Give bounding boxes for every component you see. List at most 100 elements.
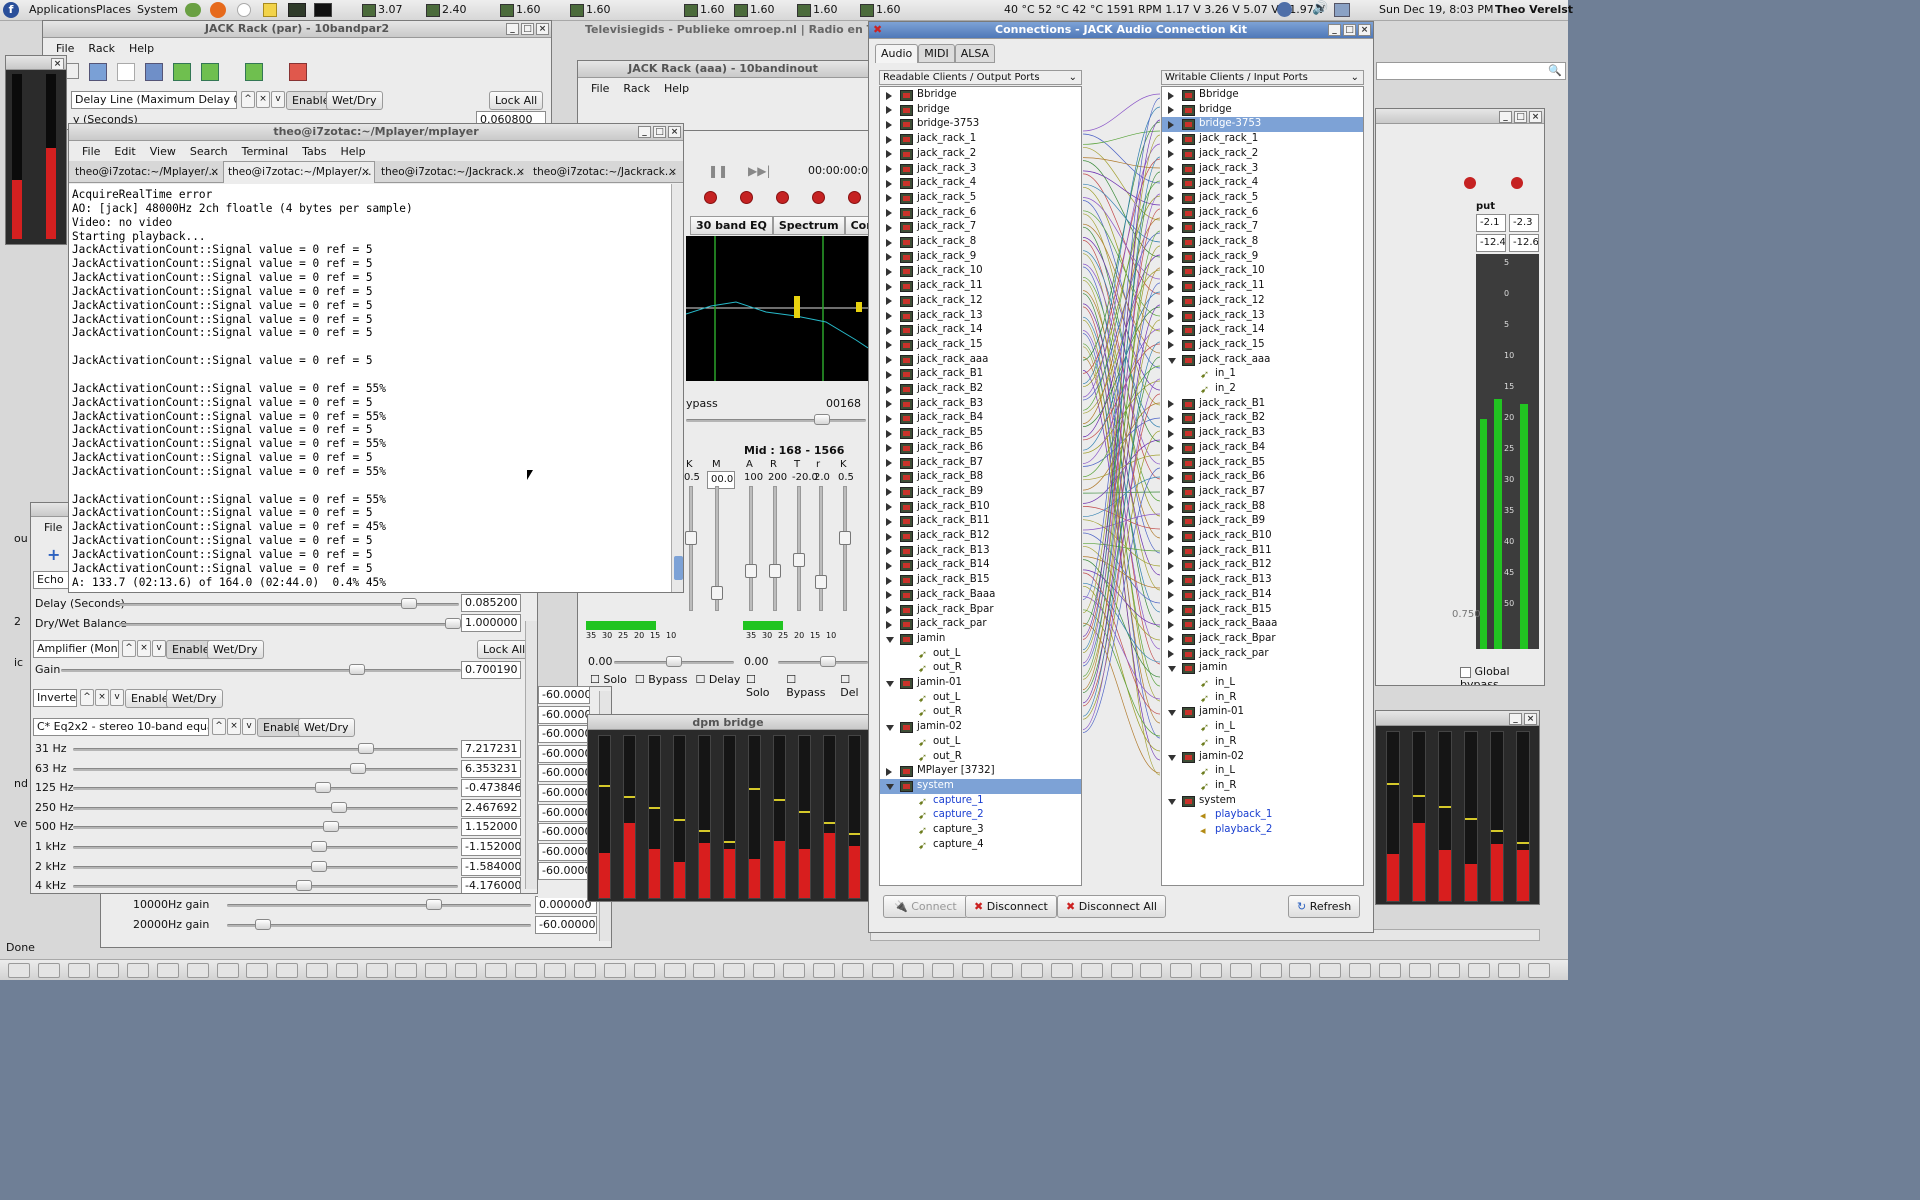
taskbar-window-button[interactable]: [1378, 963, 1401, 978]
eq-band-slider[interactable]: [73, 801, 458, 813]
notes-icon[interactable]: [263, 3, 277, 17]
expander-icon[interactable]: [1168, 165, 1174, 173]
client-row[interactable]: jack_rack_B3: [1162, 426, 1363, 441]
taskbar-window-button[interactable]: [723, 963, 746, 978]
menu-rack[interactable]: Rack: [618, 82, 655, 95]
side-value[interactable]: -60.000000: [538, 744, 590, 763]
expander-icon[interactable]: [886, 91, 892, 100]
remove-button[interactable]: ×: [137, 640, 151, 657]
eq-band-value[interactable]: 6.353231: [461, 759, 521, 778]
expander-icon[interactable]: [1168, 400, 1174, 409]
right-header[interactable]: Writable Clients / Input Ports ⌄: [1161, 70, 1364, 85]
client-row[interactable]: jack_rack_B15: [880, 573, 1081, 588]
tab-30-band-eq[interactable]: 30 band EQ: [690, 216, 773, 235]
expander-icon[interactable]: [1168, 620, 1174, 629]
fader-knob[interactable]: [839, 531, 851, 545]
client-row[interactable]: jack_rack_3: [880, 162, 1081, 177]
gain-slider[interactable]: [61, 664, 461, 675]
eq-wetdry-button[interactable]: Wet/Dry: [298, 718, 355, 737]
expander-icon[interactable]: [886, 783, 894, 790]
client-row[interactable]: jack_rack_11: [1162, 279, 1363, 294]
taskbar-window-button[interactable]: [1051, 963, 1073, 978]
expander-icon[interactable]: [886, 576, 892, 585]
client-row[interactable]: jack_rack_aaa: [880, 353, 1081, 368]
taskbar-window-button[interactable]: [1110, 963, 1133, 978]
expander-icon[interactable]: [1168, 666, 1176, 673]
close-button[interactable]: ×: [536, 23, 549, 35]
clock[interactable]: Sun Dec 19, 8:03 PM: [1379, 3, 1494, 16]
gain-band-value[interactable]: -60.000000: [535, 916, 597, 934]
expander-icon[interactable]: [886, 150, 892, 159]
eq-band-value[interactable]: 1.152000: [461, 818, 521, 837]
slider-knob[interactable]: [323, 821, 339, 833]
param-slider[interactable]: [119, 618, 461, 629]
client-row[interactable]: jack_rack_B7: [880, 456, 1081, 471]
expander-icon[interactable]: [886, 547, 892, 556]
eq-band-slider[interactable]: [73, 782, 458, 794]
expander-icon[interactable]: [1168, 532, 1174, 541]
close-tab-icon[interactable]: ×: [361, 166, 370, 178]
eq-band-value[interactable]: -4.176000: [461, 877, 521, 893]
client-row[interactable]: jack_rack_aaa: [1162, 353, 1363, 368]
taskbar-window-button[interactable]: [693, 963, 716, 978]
slider-knob[interactable]: [311, 860, 327, 872]
taskbar-window-button[interactable]: [157, 963, 179, 978]
minimize-button[interactable]: _: [506, 23, 519, 35]
taskbar-window-button[interactable]: [1259, 963, 1282, 978]
expander-icon[interactable]: [1168, 488, 1174, 497]
client-row[interactable]: jack_rack_B12: [1162, 558, 1363, 573]
minimize-button[interactable]: _: [1328, 24, 1341, 36]
taskbar-window-button[interactable]: [37, 963, 60, 978]
solo-checkbox[interactable]: ☐ Solo: [746, 673, 778, 699]
client-row[interactable]: jack_rack_15: [880, 338, 1081, 353]
taskbar-window-button[interactable]: [67, 963, 90, 978]
delay-checkbox[interactable]: ☐ Del: [840, 673, 868, 699]
client-row[interactable]: jack_rack_12: [1162, 294, 1363, 309]
user-name[interactable]: Theo Verelst: [1495, 3, 1573, 16]
jamin-eq-display[interactable]: [685, 236, 868, 381]
expander-icon[interactable]: [886, 370, 892, 379]
move-down-button[interactable]: v: [152, 640, 166, 657]
client-row[interactable]: jack_rack_11: [880, 279, 1081, 294]
expander-icon[interactable]: [886, 429, 892, 438]
client-row[interactable]: jack_rack_B8: [880, 470, 1081, 485]
launcher-icon[interactable]: [185, 3, 201, 17]
slider-knob[interactable]: [401, 598, 417, 609]
taskbar-window-button[interactable]: [455, 963, 477, 978]
slider-knob[interactable]: [311, 841, 327, 852]
minimize-button[interactable]: _: [1509, 713, 1522, 725]
taskbar-window-button[interactable]: [1527, 963, 1550, 978]
taskbar-window-button[interactable]: [1021, 963, 1044, 978]
new-icon[interactable]: [117, 63, 135, 81]
tab-audio[interactable]: Audio: [875, 44, 919, 63]
taskbar-window-button[interactable]: [931, 963, 954, 978]
slider-knob[interactable]: [331, 801, 347, 813]
taskbar-window-button[interactable]: [514, 963, 537, 978]
port-row[interactable]: ➹ in_2: [1162, 382, 1363, 397]
expander-icon[interactable]: [886, 312, 892, 320]
fader-track[interactable]: [769, 486, 781, 611]
eq-band-slider[interactable]: [73, 880, 458, 892]
client-row[interactable]: jack_rack_par: [1162, 647, 1363, 662]
disconnect-all-button[interactable]: ✖ Disconnect All: [1057, 895, 1166, 918]
client-row[interactable]: jack_rack_1: [1162, 132, 1363, 147]
client-row[interactable]: jack_rack_10: [1162, 264, 1363, 279]
client-row[interactable]: jack_rack_B13: [880, 544, 1081, 559]
global-bypass-checkbox[interactable]: Global bypass: [1460, 665, 1544, 685]
gain-slider-left[interactable]: [614, 656, 734, 667]
client-row[interactable]: jack_rack_3: [1162, 162, 1363, 177]
client-row[interactable]: jack_rack_B3: [880, 397, 1081, 412]
taskbar-window-button[interactable]: [1468, 963, 1491, 978]
slider-knob[interactable]: [445, 618, 461, 629]
terminal-content[interactable]: AcquireRealTime error AO: [jack] 48000Hz …: [69, 184, 671, 592]
expander-icon[interactable]: [886, 194, 892, 203]
slider-knob[interactable]: [426, 899, 442, 910]
side-value[interactable]: -60.000000: [538, 784, 590, 802]
gain-value[interactable]: 0.700190: [461, 661, 521, 679]
expander-icon[interactable]: [1168, 517, 1174, 526]
side-value[interactable]: -60.000000: [538, 705, 590, 724]
client-row[interactable]: jamin-01: [880, 676, 1081, 691]
expander-icon[interactable]: [1168, 150, 1174, 159]
client-row[interactable]: jack_rack_B5: [1162, 456, 1363, 471]
fader-track[interactable]: [685, 486, 697, 611]
